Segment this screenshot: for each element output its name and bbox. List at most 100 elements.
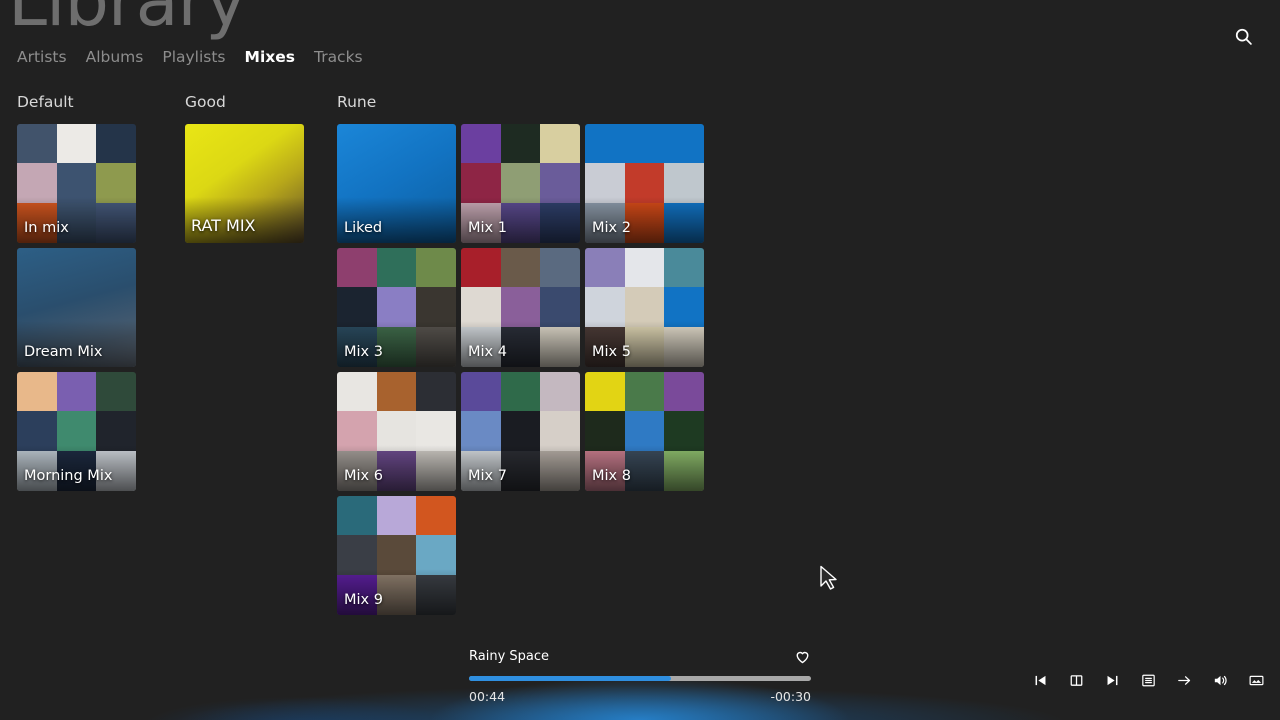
artwork-thumb	[461, 450, 501, 491]
queue-button[interactable]	[1138, 670, 1158, 690]
tab-mixes[interactable]: Mixes	[245, 49, 295, 66]
now-playing: Rainy Space 00:44 -00:30	[469, 647, 811, 704]
time-readout: 00:44 -00:30	[469, 689, 811, 704]
artwork-thumb	[540, 202, 580, 243]
artwork-thumb	[500, 326, 541, 367]
artwork-thumb	[540, 163, 580, 203]
tile-artwork-collage	[461, 371, 580, 491]
track-title: Rainy Space	[469, 648, 550, 664]
elapsed-time: 00:44	[469, 689, 506, 704]
tile-artwork-collage	[337, 247, 456, 367]
mix-tile[interactable]: Mix 8	[585, 371, 704, 491]
artwork-thumb	[664, 123, 704, 164]
section-good: Good RAT MIX	[185, 93, 304, 243]
artwork-thumb	[17, 163, 57, 203]
mix-tile[interactable]: Mix 7	[461, 371, 580, 491]
search-icon[interactable]	[1228, 21, 1258, 51]
artwork-thumb	[416, 450, 456, 491]
artwork-thumb	[337, 574, 377, 615]
artwork-thumb	[337, 326, 377, 367]
mix-tile[interactable]: Liked	[337, 123, 456, 243]
tab-albums[interactable]: Albums	[86, 49, 144, 66]
artwork-thumb	[461, 371, 501, 412]
mix-tile[interactable]: Mix 1	[461, 123, 580, 243]
mix-tile[interactable]: Mix 9	[337, 495, 456, 615]
artwork-thumb	[416, 411, 456, 451]
arrow-right-icon	[1177, 675, 1190, 685]
favorite-button[interactable]	[794, 648, 811, 665]
artwork-thumb	[376, 450, 417, 491]
artwork-thumb	[461, 411, 501, 451]
section-rune: Rune Liked Mix 1 Mix 2 Mix 3 Mix 4 Mix 5 Mix 6…	[337, 93, 705, 615]
artwork-thumb	[585, 371, 625, 412]
now-playing-header: Rainy Space	[469, 647, 811, 665]
artwork-thumb	[337, 535, 377, 575]
mix-tile[interactable]: Mix 4	[461, 247, 580, 367]
artwork-thumb	[624, 411, 665, 451]
artwork-thumb	[500, 287, 541, 327]
artwork-thumb	[376, 326, 417, 367]
mix-tile[interactable]: In mix	[17, 123, 136, 243]
mix-tile[interactable]: Dream Mix	[17, 247, 136, 367]
artwork-thumb	[416, 535, 456, 575]
section-title: Good	[185, 93, 226, 111]
artwork-thumb	[376, 371, 417, 412]
queue-list-icon	[1141, 674, 1155, 686]
transport-controls	[1030, 670, 1266, 690]
artwork-thumb	[96, 202, 136, 243]
artwork-thumb	[540, 450, 580, 491]
mix-tile[interactable]: Mix 2	[585, 123, 704, 243]
artwork-thumb	[461, 326, 501, 367]
mouse-cursor	[820, 565, 837, 590]
artwork-thumb	[664, 202, 704, 243]
artwork-thumb	[416, 247, 456, 288]
artwork-thumb	[416, 371, 456, 412]
artwork-thumb	[585, 202, 625, 243]
tab-artists[interactable]: Artists	[17, 49, 67, 66]
artwork-thumb	[376, 287, 417, 327]
tile-grid: In mix Dream Mix Morning Mix	[17, 123, 136, 491]
skip-previous-icon	[1035, 675, 1045, 685]
artwork-thumb	[461, 247, 501, 288]
mix-tile[interactable]: Mix 6	[337, 371, 456, 491]
tile-artwork-collage	[17, 123, 136, 243]
tile-grid: RAT MIX	[185, 123, 304, 243]
artwork-thumb	[17, 371, 57, 412]
cover-art-button[interactable]	[1246, 670, 1266, 690]
goto-track-button[interactable]	[1174, 670, 1194, 690]
volume-button[interactable]	[1210, 670, 1230, 690]
progress-slider[interactable]	[469, 676, 811, 681]
tab-tracks[interactable]: Tracks	[314, 49, 363, 66]
artwork-thumb	[56, 450, 97, 491]
heart-outline-icon	[796, 651, 809, 663]
artwork-thumb	[624, 163, 665, 203]
artwork-thumb	[664, 411, 704, 451]
mix-tile[interactable]: Morning Mix	[17, 371, 136, 491]
artwork-thumb	[461, 163, 501, 203]
artwork-thumb	[416, 287, 456, 327]
mix-tile[interactable]: Mix 3	[337, 247, 456, 367]
section-title: Rune	[337, 93, 377, 111]
pause-button[interactable]	[1066, 670, 1086, 690]
artwork-thumb	[337, 287, 377, 327]
artwork-thumb	[540, 123, 580, 164]
artwork-thumb	[56, 123, 97, 164]
artwork-thumb	[500, 202, 541, 243]
tile-artwork-collage	[461, 123, 580, 243]
artwork-thumb	[664, 247, 704, 288]
artwork-thumb	[540, 326, 580, 367]
artwork-thumb	[664, 371, 704, 412]
artwork-thumb	[337, 411, 377, 451]
artwork-thumb	[500, 411, 541, 451]
mix-tile[interactable]: RAT MIX	[185, 123, 304, 243]
music-library-window: Library Artists Albums Playlists Mixes T…	[0, 0, 1280, 720]
mix-tile[interactable]: Mix 5	[585, 247, 704, 367]
next-track-button[interactable]	[1102, 670, 1122, 690]
tab-playlists[interactable]: Playlists	[162, 49, 225, 66]
tile-artwork-collage	[585, 123, 704, 243]
artwork-thumb	[664, 163, 704, 203]
previous-track-button[interactable]	[1030, 670, 1050, 690]
artwork-thumb	[416, 495, 456, 536]
artwork-thumb	[624, 450, 665, 491]
section-title: Default	[17, 93, 74, 111]
